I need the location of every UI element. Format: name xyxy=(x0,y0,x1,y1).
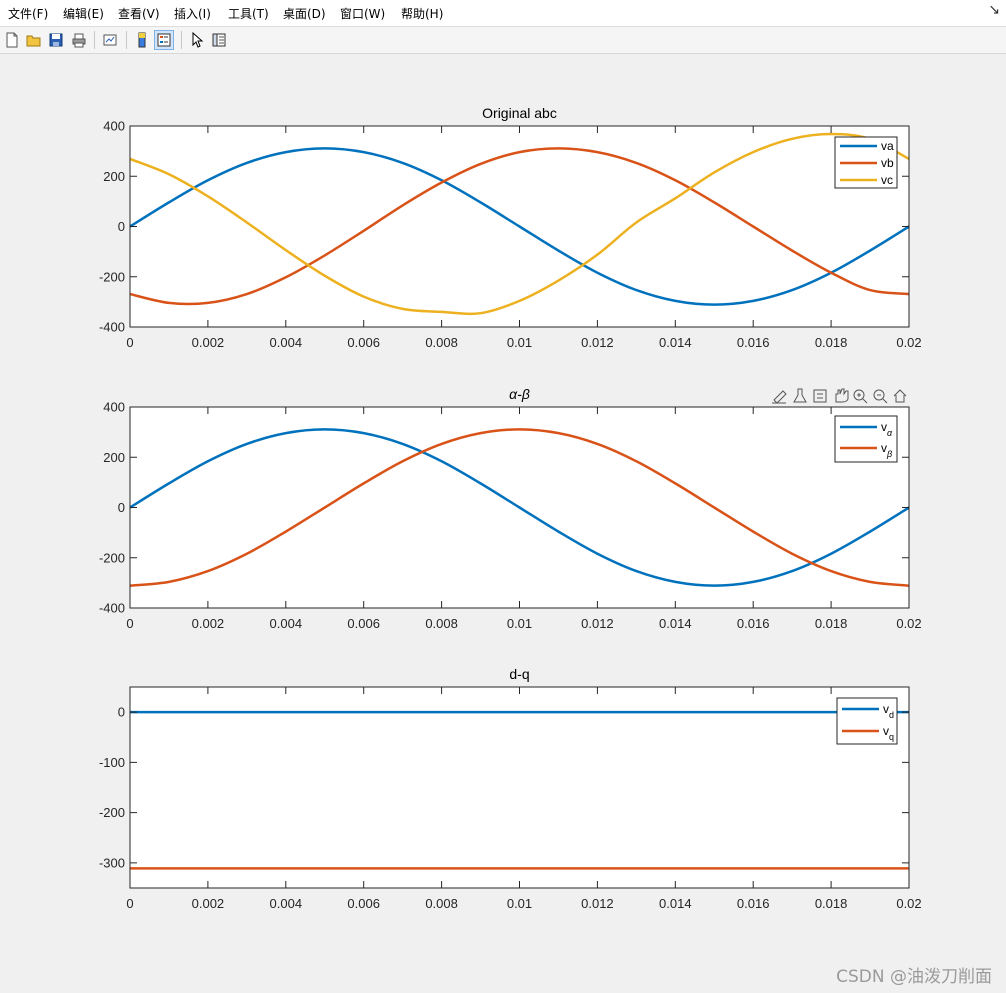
x-tick-label: 0.01 xyxy=(507,616,532,631)
zoom-in-icon[interactable] xyxy=(853,389,868,404)
x-tick-label: 0.018 xyxy=(815,335,848,350)
brush-icon[interactable] xyxy=(772,390,787,404)
figure-canvas: 0 0.002 0.004 0.006 0.008 0.01 0.012 0.014 0.016… xyxy=(99,105,922,911)
axes-3: 0 0.002 0.004 0.006 0.008 0.01 0.012 0.014 0.016… xyxy=(99,666,922,911)
y-tick-label: -400 xyxy=(99,601,125,616)
y-tick-label: 0 xyxy=(118,500,125,515)
watermark: CSDN @油泼刀削面 xyxy=(836,967,992,987)
x-tick-label: 0.006 xyxy=(347,896,380,911)
home-icon[interactable] xyxy=(893,389,907,403)
x-tick-label: 0.008 xyxy=(425,335,458,350)
x-tick-label: 0.012 xyxy=(581,896,614,911)
y-tick-label: -200 xyxy=(99,805,125,820)
legend-label: vb xyxy=(881,156,894,170)
x-tick-label: 0.008 xyxy=(425,896,458,911)
x-tick-label: 0.004 xyxy=(270,896,303,911)
y-tick-label: 200 xyxy=(103,169,125,184)
y-tick-label: -100 xyxy=(99,755,125,770)
axes-2: 0 0.002 0.004 0.006 0.008 0.01 0.012 0.014 0.016… xyxy=(99,386,922,631)
x-tick-label: 0.016 xyxy=(737,616,770,631)
x-tick-label: 0.014 xyxy=(659,335,692,350)
y-tick-label: 0 xyxy=(118,219,125,234)
axes-1: 0 0.002 0.004 0.006 0.008 0.01 0.012 0.014 0.016… xyxy=(99,105,922,350)
x-tick-label: 0.018 xyxy=(815,896,848,911)
plot-area xyxy=(130,687,909,888)
x-tick-label: 0.004 xyxy=(270,335,303,350)
x-tick-label: 0.01 xyxy=(507,335,532,350)
x-tick-label: 0.006 xyxy=(347,616,380,631)
x-tick-label: 0.014 xyxy=(659,896,692,911)
x-tick-label: 0 xyxy=(126,896,133,911)
x-tick-label: 0.016 xyxy=(737,896,770,911)
x-tick-label: 0.018 xyxy=(815,616,848,631)
y-tick-label: -300 xyxy=(99,855,125,870)
legend-label: va xyxy=(881,139,894,153)
axes-toolbar xyxy=(772,388,907,404)
x-tick-label: 0 xyxy=(126,335,133,350)
y-tick-label: -200 xyxy=(99,550,125,565)
x-tick-label: 0.012 xyxy=(581,335,614,350)
legend-label: vc xyxy=(881,173,893,187)
y-tick-label: 0 xyxy=(118,705,125,720)
x-tick-label: 0.004 xyxy=(270,616,303,631)
y-tick-label: 400 xyxy=(103,400,125,415)
x-tick-label: 0.016 xyxy=(737,335,770,350)
x-tick-label: 0.02 xyxy=(896,616,921,631)
legend[interactable]: vdvq xyxy=(836,697,898,745)
x-tick-label: 0.02 xyxy=(896,335,921,350)
y-tick-label: 200 xyxy=(103,450,125,465)
x-tick-label: 0.02 xyxy=(896,896,921,911)
x-tick-label: 0 xyxy=(126,616,133,631)
chart-title: d-q xyxy=(509,666,529,682)
y-tick-label: 400 xyxy=(103,119,125,134)
x-tick-label: 0.002 xyxy=(192,896,225,911)
x-tick-label: 0.01 xyxy=(507,896,532,911)
y-tick-label: -200 xyxy=(99,269,125,284)
data-tips-icon[interactable] xyxy=(793,388,807,403)
y-tick-label: -400 xyxy=(99,320,125,335)
x-tick-label: 0.014 xyxy=(659,616,692,631)
x-tick-label: 0.012 xyxy=(581,616,614,631)
x-tick-label: 0.006 xyxy=(347,335,380,350)
legend[interactable]: va vb vc xyxy=(834,136,898,189)
legend[interactable]: vαvβ xyxy=(834,415,898,463)
chart-title: Original abc xyxy=(482,105,557,121)
zoom-out-icon[interactable] xyxy=(873,389,888,404)
x-tick-label: 0.008 xyxy=(425,616,458,631)
insert-legend-icon[interactable] xyxy=(813,389,827,403)
x-tick-label: 0.002 xyxy=(192,335,225,350)
chart-title: α-β xyxy=(509,386,530,402)
pan-icon[interactable] xyxy=(835,388,849,403)
x-tick-label: 0.002 xyxy=(192,616,225,631)
